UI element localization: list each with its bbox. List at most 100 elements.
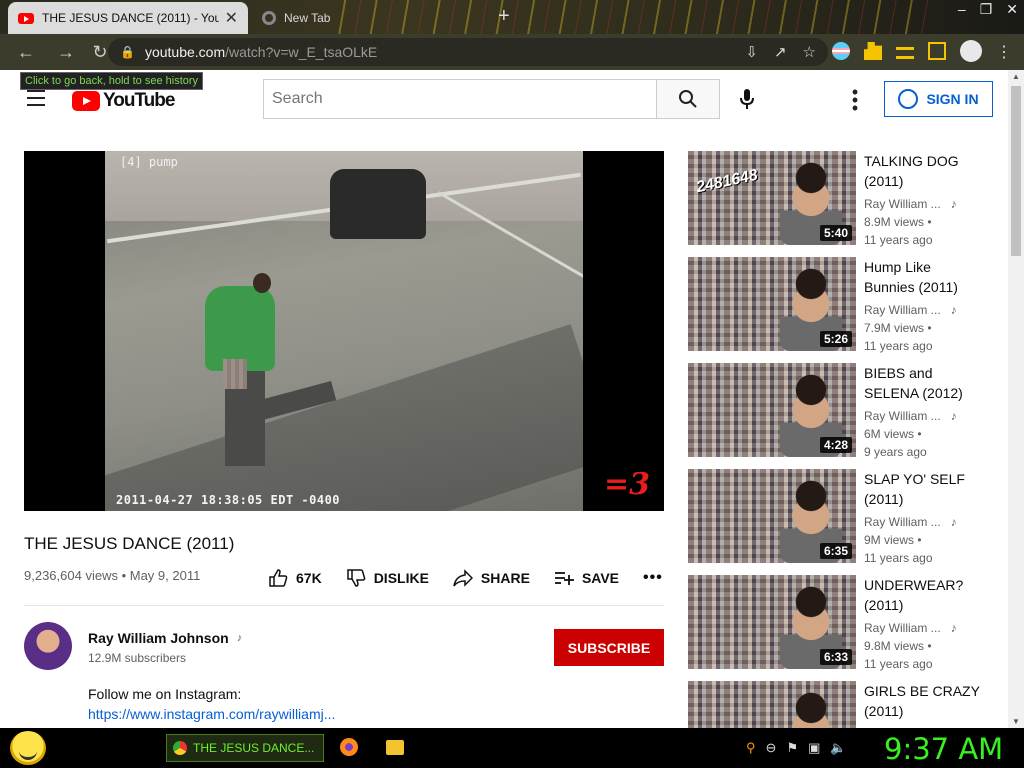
- channel-name-row[interactable]: Ray William Johnson ♪: [88, 630, 242, 646]
- recommendation-title[interactable]: GIRLS BE CRAZY (2011): [864, 681, 984, 721]
- close-window-button[interactable]: ✕: [1006, 0, 1018, 18]
- hamburger-menu-icon[interactable]: [27, 90, 45, 111]
- recommendation-title[interactable]: Hump Like Bunnies (2011): [864, 257, 984, 297]
- recommendation-age: 11 years ago: [864, 551, 933, 565]
- divider: [24, 605, 664, 606]
- share-label: SHARE: [480, 570, 530, 586]
- install-icon[interactable]: ⇩: [745, 43, 758, 61]
- frame-shadow: [105, 324, 583, 511]
- recommendation-item[interactable]: 2481648 5:40 TALKING DOG (2011) Ray Will…: [688, 151, 988, 247]
- recommendation-title[interactable]: BIEBS and SELENA (2012): [864, 363, 984, 403]
- firefox-icon[interactable]: [340, 738, 358, 756]
- volume-tray-icon[interactable]: 🔈: [830, 740, 846, 756]
- subscribe-button[interactable]: SUBSCRIBE: [554, 629, 664, 666]
- taskbar-clock[interactable]: 9:37 AM: [884, 732, 1003, 766]
- tab-close-icon[interactable]: ✕: [225, 8, 238, 28]
- recommendation-item[interactable]: 4:28 BIEBS and SELENA (2012) Ray William…: [688, 363, 988, 459]
- search-tray-icon[interactable]: ⚲: [746, 740, 756, 756]
- recommendation-title[interactable]: SLAP YO' SELF (2011): [864, 469, 984, 509]
- channel-name[interactable]: Ray William Johnson: [88, 630, 229, 646]
- puzzle-extensions-icon[interactable]: [864, 42, 882, 60]
- share-icon[interactable]: ↗: [774, 43, 787, 61]
- recommendation-channel: Ray William ... ♪: [864, 409, 957, 423]
- recommendation-channel: Ray William ... ♪: [864, 621, 957, 635]
- recommendation-views: 6M views •: [864, 427, 922, 441]
- network-tray-icon[interactable]: ▣: [808, 740, 820, 756]
- youtube-logo[interactable]: YouTube: [72, 90, 175, 112]
- video-frame: [4] pump 2011-04-27 18:38:05 EDT -0400: [105, 151, 583, 511]
- thumbs-down-icon: [346, 569, 366, 587]
- page-scrollbar[interactable]: ▲ ▼: [1008, 70, 1024, 728]
- video-actions: 67K DISLIKE SHARE SAVE •••: [268, 568, 663, 588]
- recommendation-age: 11 years ago: [864, 233, 933, 247]
- thumbnail-badge: 2481648: [694, 166, 760, 197]
- upload-date: May 9, 2011: [129, 568, 201, 583]
- share-button[interactable]: SHARE: [453, 568, 530, 588]
- channel-name: Ray William ...: [864, 197, 941, 211]
- scroll-up-arrow-icon[interactable]: ▲: [1012, 72, 1020, 81]
- frame-pixelation: [223, 359, 247, 389]
- taskbar-chrome-button[interactable]: THE JESUS DANCE...: [166, 734, 324, 762]
- video-player[interactable]: [4] pump 2011-04-27 18:38:05 EDT -0400 =…: [24, 151, 664, 511]
- url-path: /watch?v=w_E_tsaOLkE: [225, 44, 378, 60]
- channel-avatar[interactable]: [24, 622, 72, 670]
- description-link[interactable]: https://www.instagram.com/raywilliamj...: [88, 706, 335, 722]
- video-thumbnail[interactable]: 5:26: [688, 257, 856, 351]
- tab-strip: THE JESUS DANCE (2011) - YouTube ✕ New T…: [0, 0, 1024, 34]
- system-tray: ⚲ ⊖ ⚑ ▣ 🔈: [746, 740, 847, 756]
- browser-menu-icon[interactable]: ⋮: [996, 42, 1012, 61]
- forward-button[interactable]: →: [52, 38, 80, 66]
- recommendation-channel: Ray William ... ♪: [864, 303, 957, 317]
- tab-new-tab[interactable]: New Tab: [252, 2, 487, 34]
- view-count-line: 9,236,604 views • May 9, 2011: [24, 568, 201, 583]
- recommendation-title[interactable]: UNDERWEAR? (2011): [864, 575, 984, 615]
- search-input[interactable]: [263, 79, 657, 119]
- scrollbar-thumb[interactable]: [1011, 86, 1021, 256]
- microphone-icon: [740, 89, 754, 109]
- profile-avatar-icon[interactable]: [960, 40, 982, 62]
- bookmark-star-icon[interactable]: ☆: [803, 43, 816, 61]
- recommendation-views: 9M views •: [864, 533, 922, 547]
- tab-youtube[interactable]: THE JESUS DANCE (2011) - YouTube ✕: [8, 2, 248, 34]
- tab-title: New Tab: [284, 11, 331, 25]
- scroll-down-arrow-icon[interactable]: ▼: [1012, 717, 1020, 726]
- recommendation-item[interactable]: 5:26 Hump Like Bunnies (2011) Ray Willia…: [688, 257, 988, 353]
- address-bar[interactable]: 🔒 youtube.com/watch?v=w_E_tsaOLkE ⇩ ↗ ☆: [108, 38, 828, 66]
- media-queue-icon[interactable]: [896, 46, 914, 59]
- back-button[interactable]: ←: [12, 38, 40, 66]
- recommendation-item[interactable]: 6:35 SLAP YO' SELF (2011) Ray William ..…: [688, 469, 988, 565]
- video-title: THE JESUS DANCE (2011): [24, 534, 235, 553]
- extension-flag-icon[interactable]: [832, 42, 850, 60]
- minimize-button[interactable]: –: [958, 0, 966, 18]
- url-host: youtube.com: [144, 44, 226, 60]
- video-thumbnail[interactable]: 6:33: [688, 575, 856, 669]
- video-thumbnail[interactable]: 6:35: [688, 469, 856, 563]
- chrome-favicon-icon: [262, 11, 276, 25]
- folder-icon[interactable]: [386, 740, 404, 755]
- recommendation-item[interactable]: GIRLS BE CRAZY (2011): [688, 681, 988, 728]
- side-panel-icon[interactable]: [928, 42, 946, 60]
- voice-search-button[interactable]: [730, 82, 764, 116]
- like-button[interactable]: 67K: [268, 568, 322, 588]
- search-button[interactable]: [656, 79, 720, 119]
- settings-more-icon[interactable]: • • •: [848, 83, 862, 117]
- video-watermark: =3: [604, 467, 651, 502]
- video-thumbnail[interactable]: 4:28: [688, 363, 856, 457]
- status-tray-icon[interactable]: ⊖: [766, 740, 777, 756]
- recommendation-item[interactable]: 6:33 UNDERWEAR? (2011) Ray William ... ♪ …: [688, 575, 988, 671]
- maximize-button[interactable]: ❐: [980, 0, 993, 18]
- save-button[interactable]: SAVE: [554, 568, 619, 588]
- recommendation-title[interactable]: TALKING DOG (2011): [864, 151, 984, 191]
- video-thumbnail[interactable]: 2481648 5:40: [688, 151, 856, 245]
- dislike-button[interactable]: DISLIKE: [346, 568, 429, 588]
- new-tab-button[interactable]: +: [498, 6, 510, 26]
- flag-tray-icon[interactable]: ⚑: [786, 740, 798, 756]
- channel-name: Ray William ...: [864, 515, 941, 529]
- more-actions-icon[interactable]: •••: [643, 569, 663, 587]
- recommendation-channel: Ray William ... ♪: [864, 515, 957, 529]
- video-thumbnail[interactable]: [688, 681, 856, 728]
- account-icon: [898, 89, 919, 109]
- start-button-smiley-icon[interactable]: [10, 731, 46, 765]
- sign-in-button[interactable]: SIGN IN: [884, 81, 993, 117]
- window-controls: – ❐ ✕: [958, 0, 1018, 18]
